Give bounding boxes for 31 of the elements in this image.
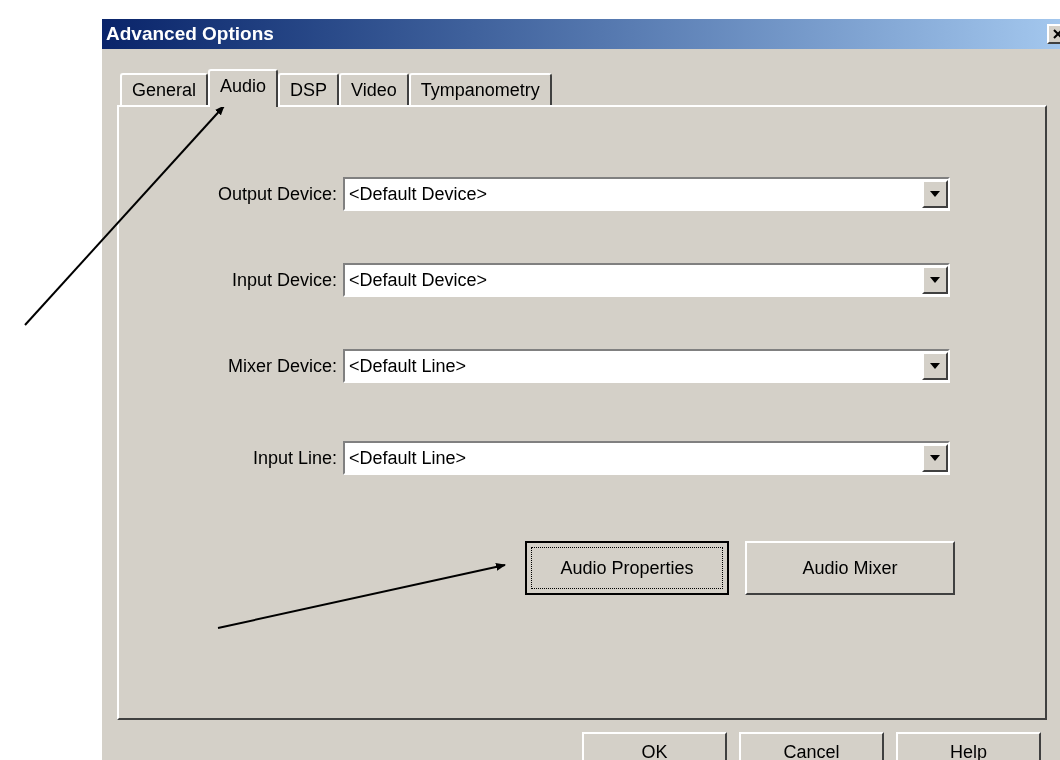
dialog-button[interactable]: OK	[582, 732, 727, 760]
field-label: Mixer Device:	[226, 354, 338, 378]
dropdown-field[interactable]: <Default Line>	[343, 349, 950, 383]
caret-icon	[930, 191, 940, 197]
dropdown-field[interactable]: <Default Device>	[343, 177, 950, 211]
dropdown-field[interactable]: <Default Line>	[343, 441, 950, 475]
dropdown-arrow-button[interactable]	[922, 180, 948, 208]
caret-icon	[930, 363, 940, 369]
tab[interactable]: Tympanometry	[408, 73, 552, 105]
tab[interactable]: Video	[339, 73, 409, 105]
dropdown-field[interactable]: <Default Device>	[343, 263, 950, 297]
close-icon	[1053, 29, 1060, 39]
dropdown-arrow-button[interactable]	[922, 352, 948, 380]
tab[interactable]: DSP	[278, 73, 340, 105]
field-label: Input Device:	[230, 268, 338, 292]
panel-button[interactable]: Audio Properties	[525, 541, 729, 595]
dropdown-value: <Default Device>	[348, 182, 488, 206]
field-label: Output Device:	[216, 182, 338, 206]
caret-icon	[930, 277, 940, 283]
dropdown-value: <Default Line>	[348, 446, 467, 470]
tab[interactable]: General	[120, 73, 209, 105]
dropdown-arrow-button[interactable]	[922, 444, 948, 472]
window-title: Advanced Options	[106, 21, 274, 46]
panel-button[interactable]: Audio Mixer	[745, 541, 955, 595]
tab[interactable]: Audio	[208, 69, 279, 107]
field-label: Input Line:	[251, 446, 338, 470]
dropdown-value: <Default Device>	[348, 268, 488, 292]
dropdown-value: <Default Line>	[348, 354, 467, 378]
caret-icon	[930, 455, 940, 461]
dialog-button[interactable]: Cancel	[739, 732, 884, 760]
dropdown-arrow-button[interactable]	[922, 266, 948, 294]
